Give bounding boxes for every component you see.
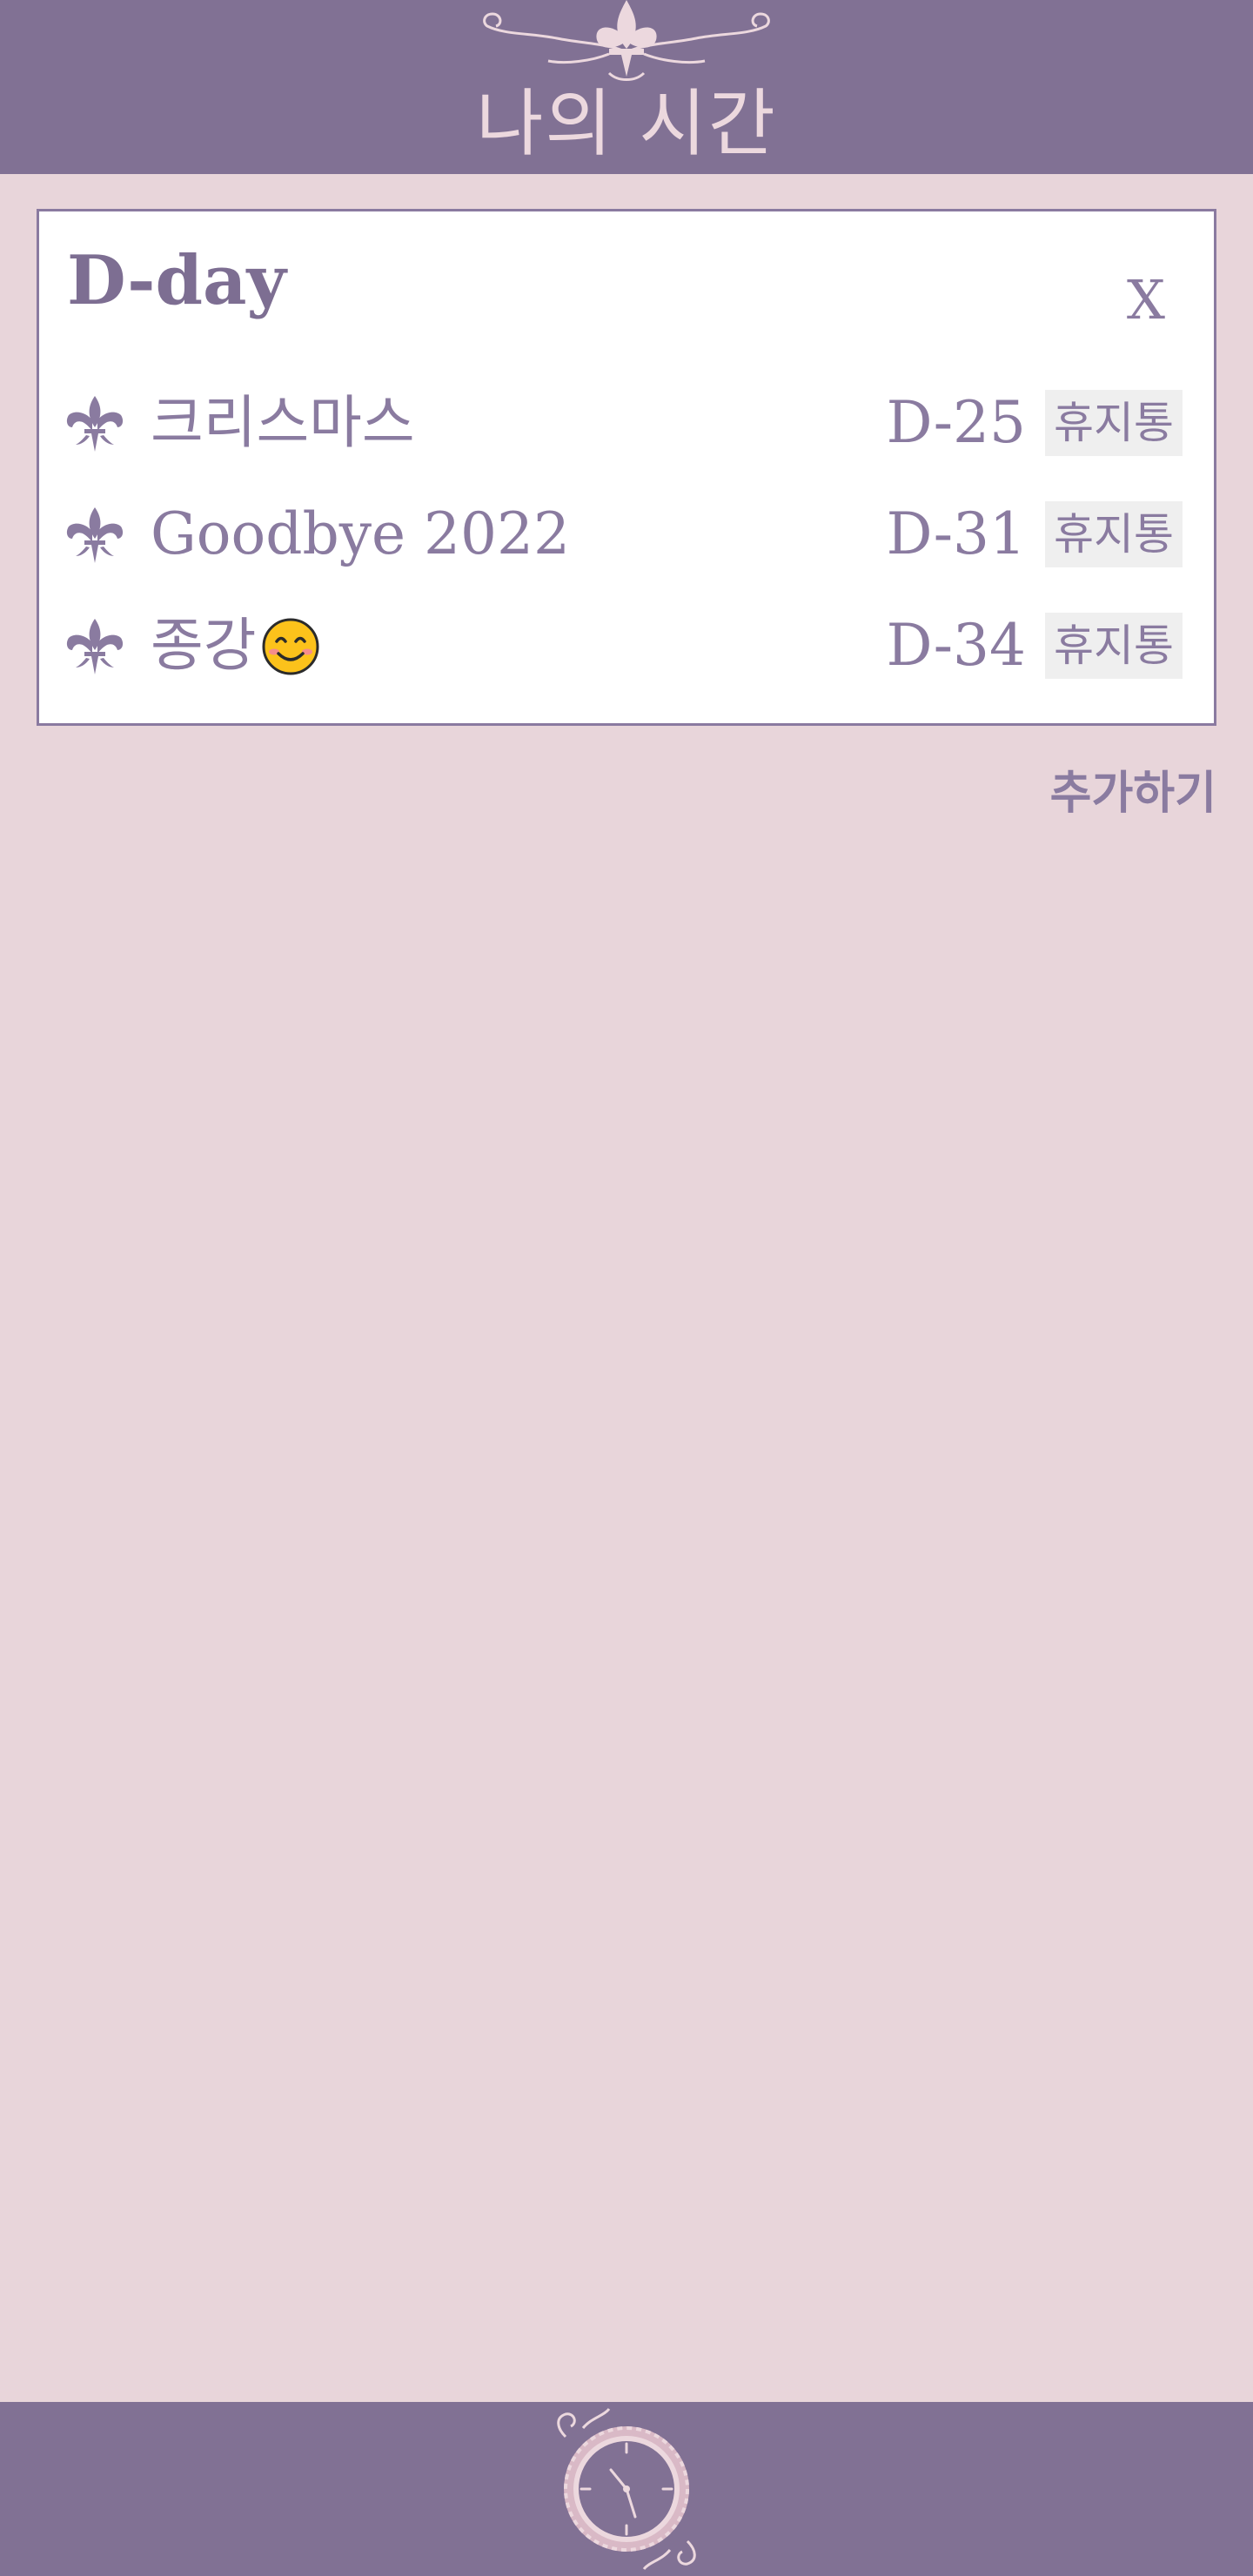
- list-item: 크리스마스 D-25 휴지통: [39, 375, 1214, 471]
- dday-count: D-25: [886, 389, 1026, 456]
- dday-panel: D-day X 크리스마스 D-25 휴지통 Goodbye 2022 D-31…: [37, 209, 1216, 726]
- list-item: Goodbye 2022 D-31 휴지통: [39, 486, 1214, 582]
- panel-title: D-day: [67, 241, 286, 320]
- fleur-de-lis-icon: [66, 396, 124, 452]
- trash-button[interactable]: 휴지통: [1045, 390, 1183, 456]
- trash-button[interactable]: 휴지통: [1045, 501, 1183, 567]
- close-button[interactable]: X: [1127, 265, 1165, 335]
- event-name: 종강: [151, 612, 257, 679]
- event-name: 크리스마스: [151, 389, 415, 456]
- fleur-de-lis-icon: [66, 507, 124, 563]
- smiling-face-emoji-icon: [262, 618, 319, 675]
- add-button[interactable]: 추가하기: [1050, 759, 1216, 828]
- clock-icon[interactable]: [531, 2402, 722, 2576]
- app-title: 나의 시간: [476, 81, 777, 166]
- fleur-de-lis-icon: [66, 619, 124, 674]
- event-name-wrap: 종강: [151, 598, 320, 694]
- app-header: 나의 시간: [0, 0, 1253, 174]
- fleur-ornament-icon: [483, 0, 770, 81]
- dday-count: D-34: [886, 612, 1026, 679]
- list-item: 종강 D-34 휴지통: [39, 598, 1214, 694]
- dday-count: D-31: [886, 500, 1026, 567]
- trash-button[interactable]: 휴지통: [1045, 613, 1183, 679]
- event-name: Goodbye 2022: [151, 500, 570, 567]
